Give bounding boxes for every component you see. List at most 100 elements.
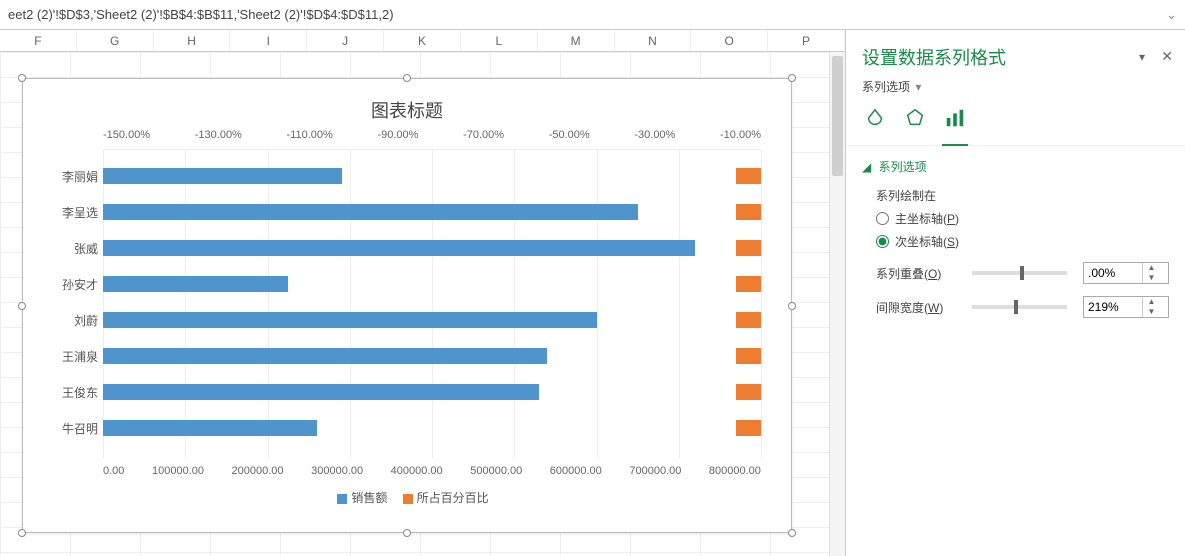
radio-input[interactable] (876, 212, 889, 225)
pane-options-dropdown-icon[interactable]: ▾ (1139, 50, 1145, 64)
axis-tick: -90.00% (377, 129, 418, 141)
bar-primary[interactable] (103, 276, 288, 292)
category-label: 张威 (43, 240, 98, 257)
chart-legend[interactable]: 销售额 所占百分百比 (33, 489, 781, 506)
formula-bar[interactable]: eet2 (2)'!$D$3,'Sheet2 (2)'!$B$4:$B$11,'… (0, 0, 1185, 30)
plot-area[interactable]: 李丽娟李呈选张威孙安才刘蔚王浦泉王俊东牛召明 (103, 149, 761, 459)
axis-tick: 0.00 (103, 465, 124, 477)
overlap-slider[interactable] (972, 271, 1067, 275)
axis-tick: -30.00% (634, 129, 675, 141)
close-icon[interactable]: ✕ (1161, 48, 1173, 65)
column-header[interactable]: H (154, 30, 231, 51)
column-header[interactable]: O (691, 30, 768, 51)
column-header[interactable]: L (461, 30, 538, 51)
column-header[interactable]: F (0, 30, 77, 51)
column-header[interactable]: M (538, 30, 615, 51)
bar-row[interactable]: 孙安才 (103, 266, 761, 302)
primary-axis[interactable]: 0.00 100000.00 200000.00 300000.00 400000.00… (33, 459, 781, 477)
pane-title: 设置数据系列格式 (846, 30, 1185, 78)
series-overlap-row: 系列重叠(O) ▲▼ (876, 262, 1169, 284)
resize-handle[interactable] (18, 302, 26, 310)
column-header[interactable]: G (77, 30, 154, 51)
bar-row[interactable]: 张威 (103, 230, 761, 266)
column-header[interactable]: K (384, 30, 461, 51)
series-options-icon[interactable] (942, 105, 968, 131)
bar-primary[interactable] (103, 384, 539, 400)
spin-up-icon[interactable]: ▲ (1143, 297, 1160, 307)
axis-tick: 300000.00 (311, 465, 363, 477)
secondary-axis[interactable]: -150.00%-130.00%-110.00%-90.00%-70.00%-5… (33, 129, 781, 141)
chart-title[interactable]: 图表标题 (33, 97, 781, 123)
category-label: 牛召明 (43, 420, 98, 437)
bar-secondary[interactable] (736, 204, 761, 220)
radio-primary-axis[interactable]: 主坐标轴(P) (876, 210, 1169, 227)
resize-handle[interactable] (18, 529, 26, 537)
spin-down-icon[interactable]: ▼ (1143, 273, 1160, 283)
bar-secondary[interactable] (736, 240, 761, 256)
bar-primary[interactable] (103, 240, 695, 256)
spin-up-icon[interactable]: ▲ (1143, 263, 1160, 273)
vertical-scrollbar[interactable] (829, 52, 845, 556)
axis-tick: -70.00% (463, 129, 504, 141)
category-label: 王俊东 (43, 384, 98, 401)
axis-tick: 600000.00 (550, 465, 602, 477)
resize-handle[interactable] (18, 74, 26, 82)
bar-row[interactable]: 王俊东 (103, 374, 761, 410)
gap-slider[interactable] (972, 305, 1067, 309)
column-header[interactable]: I (230, 30, 307, 51)
bar-row[interactable]: 王浦泉 (103, 338, 761, 374)
effects-icon[interactable] (902, 105, 928, 131)
section-header[interactable]: ◢ 系列选项 (846, 146, 1185, 181)
legend-item[interactable]: 销售额 (351, 491, 387, 505)
radio-secondary-axis[interactable]: 次坐标轴(S) (876, 233, 1169, 250)
bar-row[interactable]: 牛召明 (103, 410, 761, 446)
bar-secondary[interactable] (736, 420, 761, 436)
bar-row[interactable]: 李丽娟 (103, 158, 761, 194)
category-label: 孙安才 (43, 276, 98, 293)
bar-primary[interactable] (103, 348, 547, 364)
resize-handle[interactable] (788, 529, 796, 537)
axis-tick: 700000.00 (629, 465, 681, 477)
axis-tick: 400000.00 (391, 465, 443, 477)
bar-primary[interactable] (103, 420, 317, 436)
legend-item[interactable]: 所占百分百比 (417, 491, 489, 505)
bar-secondary[interactable] (736, 312, 761, 328)
bar-primary[interactable] (103, 204, 638, 220)
bar-secondary[interactable] (736, 348, 761, 364)
bar-primary[interactable] (103, 168, 342, 184)
bar-primary[interactable] (103, 312, 597, 328)
worksheet-area[interactable]: FGHIJKLMNOP 图表标题 -150.00%-130.00%-110.00… (0, 30, 845, 556)
bar-secondary[interactable] (736, 384, 761, 400)
resize-handle[interactable] (403, 529, 411, 537)
gap-width-row: 间隙宽度(W) ▲▼ (876, 296, 1169, 318)
bar-row[interactable]: 李呈选 (103, 194, 761, 230)
fill-line-icon[interactable] (862, 105, 888, 131)
axis-tick: 500000.00 (470, 465, 522, 477)
scrollbar-thumb[interactable] (832, 56, 843, 176)
axis-tick: 200000.00 (232, 465, 284, 477)
resize-handle[interactable] (788, 74, 796, 82)
bar-row[interactable]: 刘蔚 (103, 302, 761, 338)
overlap-input[interactable] (1084, 266, 1142, 280)
embedded-chart[interactable]: 图表标题 -150.00%-130.00%-110.00%-90.00%-70.… (22, 78, 792, 533)
resize-handle[interactable] (788, 302, 796, 310)
column-header[interactable]: N (615, 30, 692, 51)
bar-secondary[interactable] (736, 276, 761, 292)
gap-spinner[interactable]: ▲▼ (1083, 296, 1169, 318)
gap-input[interactable] (1084, 300, 1142, 314)
column-header[interactable]: J (307, 30, 384, 51)
overlap-spinner[interactable]: ▲▼ (1083, 262, 1169, 284)
formula-expand-icon[interactable]: ⌄ (1166, 7, 1177, 23)
legend-swatch-icon (337, 494, 347, 504)
column-header[interactable]: P (768, 30, 845, 51)
pane-subtitle[interactable]: 系列选项 ▾ (846, 78, 1185, 105)
spin-down-icon[interactable]: ▼ (1143, 307, 1160, 317)
axis-tick: -10.00% (720, 129, 761, 141)
category-label: 李丽娟 (43, 168, 98, 185)
bar-secondary[interactable] (736, 168, 761, 184)
axis-tick: 100000.00 (152, 465, 204, 477)
format-task-pane: 设置数据系列格式 ▾ ✕ 系列选项 ▾ ◢ 系列选项 系列绘制在 (845, 30, 1185, 556)
pane-category-icons (846, 105, 1185, 146)
resize-handle[interactable] (403, 74, 411, 82)
radio-input[interactable] (876, 235, 889, 248)
